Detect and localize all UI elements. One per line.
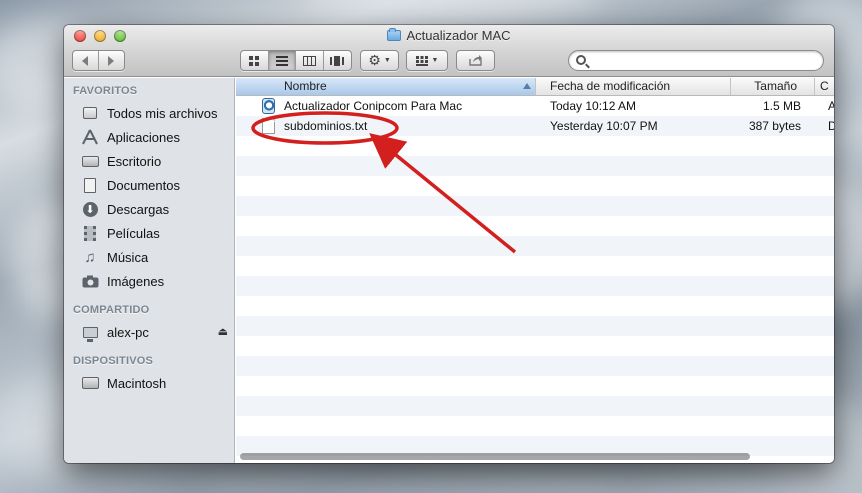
search-icon (576, 55, 586, 65)
search-input[interactable] (591, 53, 816, 68)
search-field[interactable] (568, 50, 824, 71)
sidebar-item-macintosh[interactable]: Macintosh (64, 372, 235, 394)
downloads-icon: ⬇ (81, 201, 99, 217)
chevron-left-icon (82, 55, 89, 66)
sidebar-item-label: Documentos (107, 177, 180, 193)
share-icon (468, 55, 482, 66)
column-header-kind[interactable]: C (815, 78, 834, 95)
column-header-name[interactable]: Nombre (236, 78, 536, 95)
sidebar-item-music[interactable]: ♫ Música (64, 246, 235, 268)
sidebar-item-label: Aplicaciones (107, 129, 180, 145)
music-icon: ♫ (84, 248, 96, 266)
finder-window: Actualizador MAC ⚙ ▼ ▼ FAVORITOS Todos m… (64, 25, 834, 463)
sidebar-section-devices: DISPOSITIVOS (73, 355, 154, 367)
table-row[interactable]: Actualizador Conipcom Para Mac Today 10:… (236, 96, 834, 116)
list-view-button[interactable] (268, 51, 296, 70)
movies-icon (81, 225, 99, 241)
table-row[interactable]: subdominios.txt Yesterday 10:07 PM 387 b… (236, 116, 834, 136)
sidebar-item-documents[interactable]: Documentos (64, 174, 235, 196)
chevron-down-icon: ▼ (383, 57, 391, 64)
sidebar-section-shared: COMPARTIDO (73, 304, 150, 316)
icon-view-button[interactable] (241, 51, 269, 70)
pc-icon (81, 324, 99, 342)
sidebar-item-label: Películas (107, 225, 160, 241)
all-files-icon (81, 105, 99, 121)
sidebar-item-label: Macintosh (107, 375, 167, 391)
file-rows: Actualizador Conipcom Para Mac Today 10:… (236, 96, 834, 456)
icon-grid-icon (249, 55, 260, 66)
column-header-date[interactable]: Fecha de modificación (536, 78, 731, 95)
back-forward-control (72, 50, 125, 71)
chevron-down-icon: ▼ (431, 57, 439, 64)
eject-icon[interactable]: ⏏ (218, 325, 228, 338)
sidebar-item-movies[interactable]: Películas (64, 222, 235, 244)
coverflow-icon (330, 55, 345, 66)
sidebar-item-label: alex-pc (107, 324, 149, 340)
hard-drive-icon (81, 375, 99, 391)
text-file-icon (262, 118, 275, 134)
sidebar-item-applications[interactable]: Aplicaciones (64, 126, 235, 148)
pictures-icon (81, 273, 99, 289)
list-icon (275, 55, 288, 66)
sort-ascending-icon (523, 83, 531, 89)
sidebar-item-downloads[interactable]: ⬇ Descargas (64, 198, 235, 220)
coverflow-view-button[interactable] (324, 51, 351, 70)
sidebar-item-label: Todos mis archivos (107, 105, 218, 121)
forward-button[interactable] (99, 51, 124, 70)
share-button[interactable] (456, 50, 495, 71)
sidebar-item-label: Escritorio (107, 153, 162, 169)
horizontal-scrollbar[interactable] (240, 453, 750, 460)
sidebar-item-alex-pc[interactable]: alex-pc ⏏ (64, 321, 235, 343)
grid-icon (415, 55, 428, 66)
column-header-row: Nombre Fecha de modificación Tamaño C (236, 78, 834, 96)
gear-icon: ⚙ (368, 52, 381, 68)
app-icon (262, 98, 275, 114)
arrange-menu-button[interactable]: ▼ (406, 50, 448, 71)
sidebar-section-favorites: FAVORITOS (73, 85, 138, 97)
sidebar-item-all-files[interactable]: Todos mis archivos (64, 102, 235, 124)
sidebar-item-label: Imágenes (107, 273, 165, 289)
applications-icon (81, 129, 99, 145)
file-list: Nombre Fecha de modificación Tamaño C Ac… (236, 78, 834, 463)
window-title: Actualizador MAC (64, 28, 834, 43)
documents-icon (81, 177, 99, 193)
action-menu-button[interactable]: ⚙ ▼ (360, 50, 399, 71)
chevron-right-icon (108, 55, 115, 66)
sidebar-item-label: Descargas (107, 201, 170, 217)
titlebar: Actualizador MAC ⚙ ▼ ▼ (64, 25, 834, 77)
sidebar: FAVORITOS Todos mis archivos Aplicacione… (64, 78, 235, 463)
sidebar-item-pictures[interactable]: Imágenes (64, 270, 235, 292)
column-view-button[interactable] (296, 51, 324, 70)
desktop-icon (81, 153, 99, 169)
columns-icon (302, 55, 316, 66)
column-header-size[interactable]: Tamaño (731, 78, 815, 95)
sidebar-item-desktop[interactable]: Escritorio (64, 150, 235, 172)
folder-icon (387, 28, 402, 41)
sidebar-item-label: Música (107, 249, 149, 265)
back-button[interactable] (73, 51, 99, 70)
view-mode-control (240, 50, 352, 71)
